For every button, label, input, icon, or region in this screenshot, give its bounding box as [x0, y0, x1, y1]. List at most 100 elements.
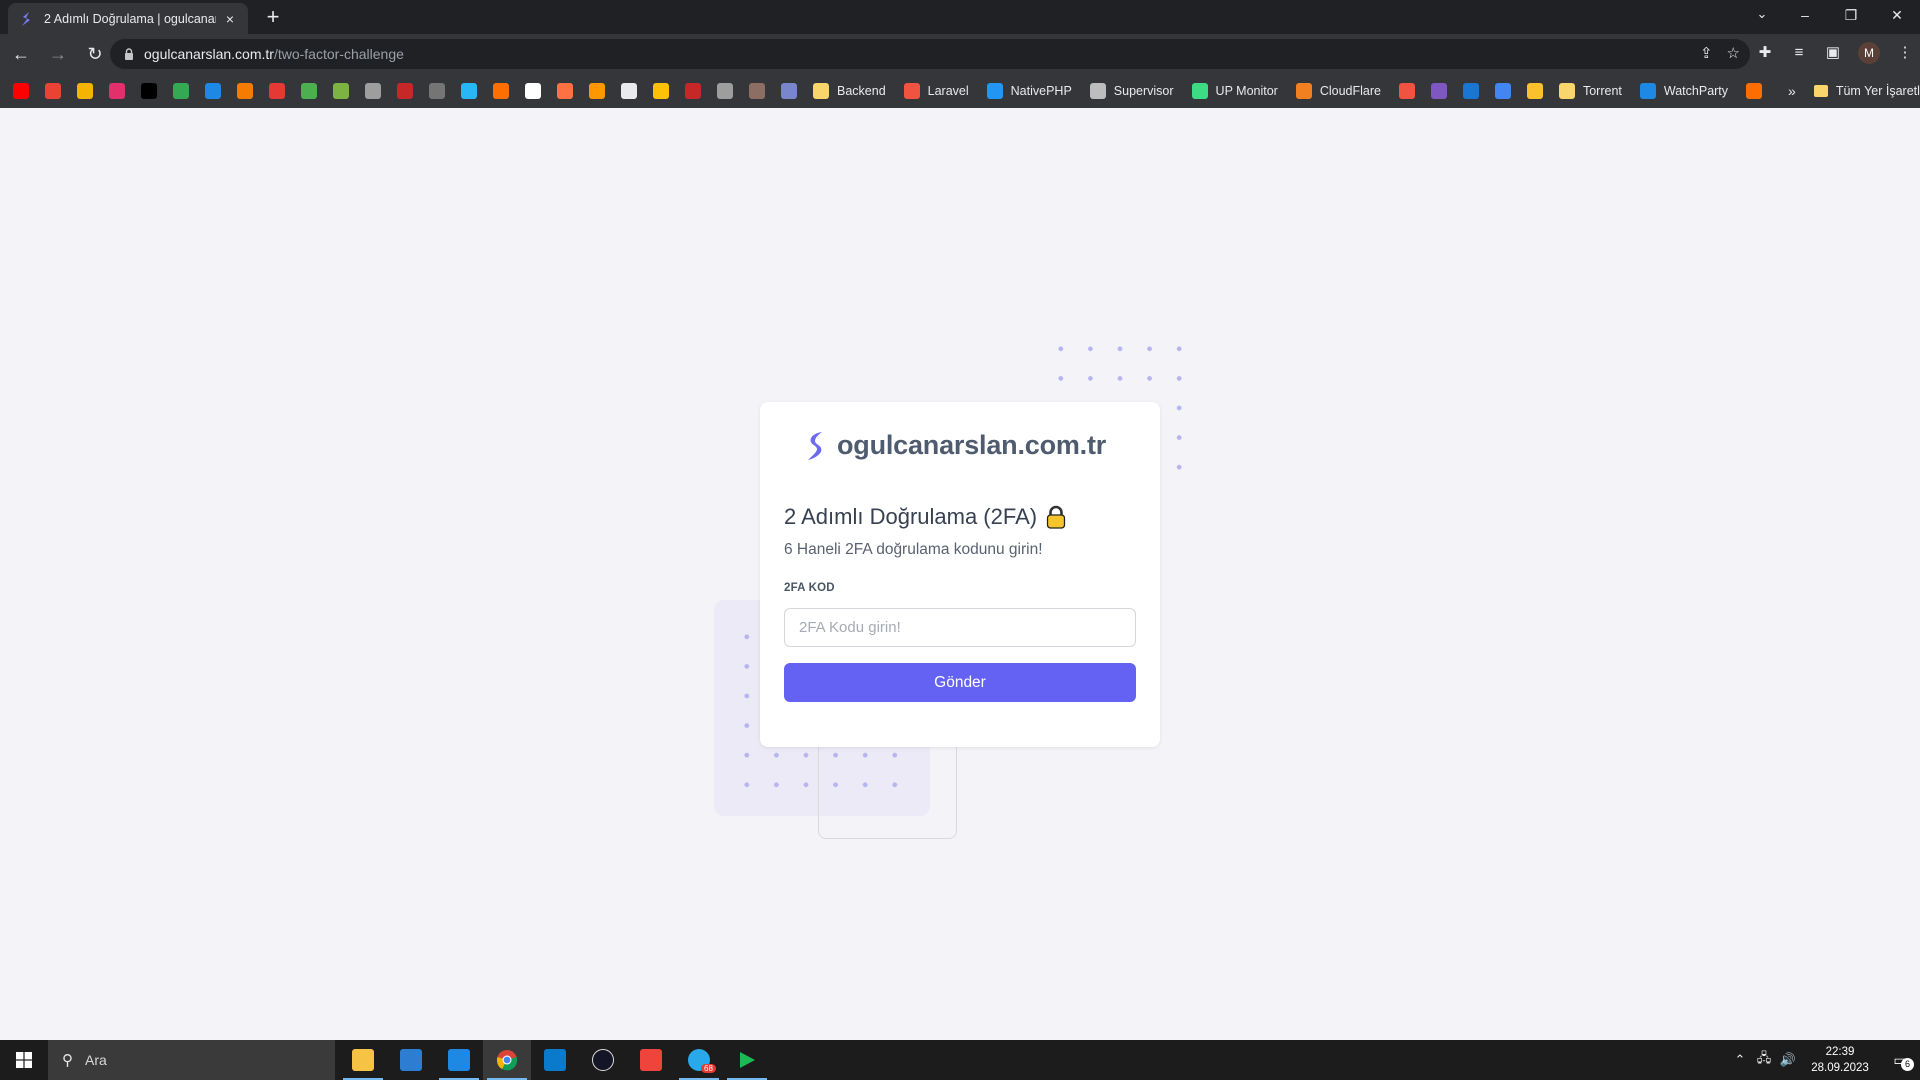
bookmark-item[interactable]: Torrent [1558, 83, 1622, 99]
file-explorer-icon [352, 1049, 374, 1071]
reload-icon[interactable]: ↻ [79, 38, 111, 70]
restore-button[interactable]: ❐ [1828, 0, 1874, 30]
taskbar-search[interactable]: ⚲ Ara [48, 1040, 335, 1080]
mail-icon [448, 1049, 470, 1071]
bookmark-icon-12[interactable] [397, 83, 413, 99]
url-host: ogulcanarslan.com.tr [144, 46, 274, 62]
chevron-up-icon[interactable]: ⌃ [1728, 1052, 1752, 1068]
file-explorer-button[interactable] [339, 1040, 387, 1080]
bookmark-item[interactable]: CloudFlare [1295, 83, 1381, 99]
bookmark-label: CloudFlare [1319, 84, 1381, 98]
profile-avatar[interactable]: M [1858, 42, 1880, 64]
telegram-button[interactable]: 68 [675, 1040, 723, 1080]
bookmark-icon-0[interactable] [13, 83, 29, 99]
bookmark-icon-16[interactable] [525, 83, 541, 99]
chrome-button[interactable] [483, 1040, 531, 1080]
network-icon[interactable]: 🖧 [1752, 1049, 1776, 1071]
code-input[interactable] [784, 608, 1136, 647]
vscode-button[interactable] [531, 1040, 579, 1080]
bookmark-icon-2[interactable] [77, 83, 93, 99]
bookmark-item[interactable]: Supervisor [1089, 83, 1174, 99]
bookmark-icon-10[interactable] [333, 83, 349, 99]
notification-center-button[interactable]: ▭ 6 [1880, 1052, 1920, 1071]
bookmark-icon-6[interactable] [205, 83, 221, 99]
media-control-icon[interactable]: ≡ [1784, 38, 1814, 68]
address-bar[interactable]: ogulcanarslan.com.tr /two-factor-challen… [110, 39, 1750, 69]
site-logo-icon [22, 11, 30, 26]
side-panel-icon[interactable]: ▣ [1818, 38, 1848, 68]
browser-toolbar: ← → ↻ ogulcanarslan.com.tr /two-factor-c… [0, 34, 1920, 74]
clock[interactable]: 22:39 28.09.2023 [1800, 1044, 1880, 1076]
store-icon [400, 1049, 422, 1071]
bookmarks-overflow-icon[interactable]: » [1788, 83, 1796, 99]
bookmark-icon-9[interactable] [301, 83, 317, 99]
bookmark-icon-15[interactable] [493, 83, 509, 99]
vscode-icon [544, 1049, 566, 1071]
menu-kebab-icon[interactable]: ⋮ [1890, 38, 1920, 68]
all-bookmarks-label: Tüm Yer İşaretleri [1835, 84, 1920, 98]
bookmark-item[interactable]: Backend [813, 83, 886, 99]
anydesk-button[interactable] [627, 1040, 675, 1080]
tab-close-icon[interactable]: × [222, 11, 238, 27]
bookmark-b-icon-2[interactable] [1462, 83, 1479, 99]
page-subtitle: 6 Haneli 2FA doğrulama kodunu girin! [784, 541, 1043, 558]
telegram-badge: 68 [701, 1064, 716, 1073]
bookmark-icon-23[interactable] [749, 83, 765, 99]
bookmark-icon-7[interactable] [237, 83, 253, 99]
forward-arrow-icon[interactable]: → [42, 38, 74, 70]
share-icon[interactable]: ⇪ [1700, 44, 1713, 62]
page-title-text: 2 Adımlı Doğrulama (2FA) [784, 504, 1038, 529]
bookmark-b-icon-0[interactable] [1398, 83, 1415, 99]
bookmark-icon-5[interactable] [173, 83, 189, 99]
submit-button[interactable]: Gönder [784, 663, 1136, 702]
start-button[interactable] [0, 1040, 47, 1080]
bookmark-item[interactable]: NativePHP [986, 83, 1072, 99]
bookmark-icon-group-2 [1398, 83, 1559, 99]
back-arrow-icon[interactable]: ← [5, 38, 37, 70]
brand-name: ogulcanarslan.com.tr [837, 430, 1107, 460]
all-bookmarks-folder[interactable]: Tüm Yer İşaretleri [1813, 84, 1920, 98]
bookmark-icon-11[interactable] [365, 83, 381, 99]
close-window-button[interactable]: ✕ [1874, 0, 1920, 30]
bookmark-orange-icon[interactable] [1746, 83, 1763, 99]
bookmark-icon-17[interactable] [557, 83, 573, 99]
store-button[interactable] [387, 1040, 435, 1080]
bookmark-icon-8[interactable] [269, 83, 285, 99]
bookmark-icon-14[interactable] [461, 83, 477, 99]
media-player-button[interactable] [723, 1040, 771, 1080]
bookmark-item[interactable]: UP Monitor [1191, 83, 1278, 99]
bookmark-favicon-icon [903, 83, 920, 99]
chrome-icon [496, 1050, 518, 1071]
minimize-button[interactable]: – [1782, 0, 1828, 30]
bookmark-icon-21[interactable] [685, 83, 701, 99]
bookmark-label: UP Monitor [1215, 84, 1278, 98]
bookmark-icon-4[interactable] [141, 83, 157, 99]
speedtest-button[interactable] [579, 1040, 627, 1080]
bookmark-star-icon[interactable]: ☆ [1727, 44, 1740, 62]
new-tab-button[interactable]: + [260, 5, 286, 31]
brand[interactable]: ogulcanarslan.com.tr [805, 430, 1106, 461]
bookmark-favicon-icon [986, 83, 1003, 99]
bookmark-b-icon-1[interactable] [1430, 83, 1447, 99]
lock-icon [125, 48, 133, 60]
bookmark-icon-18[interactable] [589, 83, 605, 99]
browser-tab[interactable]: 2 Adımlı Doğrulama | ogulcanarslan.com.t… [8, 3, 248, 34]
bookmark-b-icon-3[interactable] [1494, 83, 1511, 99]
bookmark-icon-22[interactable] [717, 83, 733, 99]
bookmark-icon-1[interactable] [45, 83, 61, 99]
bookmark-b-icon-4[interactable] [1526, 83, 1543, 99]
bookmark-icon-group [13, 83, 813, 99]
bookmark-item[interactable]: WatchParty [1639, 83, 1728, 99]
bookmark-icon-3[interactable] [109, 83, 125, 99]
volume-icon[interactable]: 🔊 [1776, 1052, 1800, 1068]
tab-search-icon[interactable]: ⌄ [1742, 0, 1782, 30]
mail-button[interactable] [435, 1040, 483, 1080]
bookmark-icon-19[interactable] [621, 83, 637, 99]
extensions-icon[interactable]: ✚ [1750, 38, 1780, 68]
bookmark-favicon-icon [1639, 83, 1656, 99]
bookmark-icon-24[interactable] [781, 83, 797, 99]
bookmark-item[interactable]: Laravel [903, 83, 969, 99]
bookmark-icon-13[interactable] [429, 83, 445, 99]
bookmark-icon-20[interactable] [653, 83, 669, 99]
url-path: /two-factor-challenge [273, 46, 404, 62]
